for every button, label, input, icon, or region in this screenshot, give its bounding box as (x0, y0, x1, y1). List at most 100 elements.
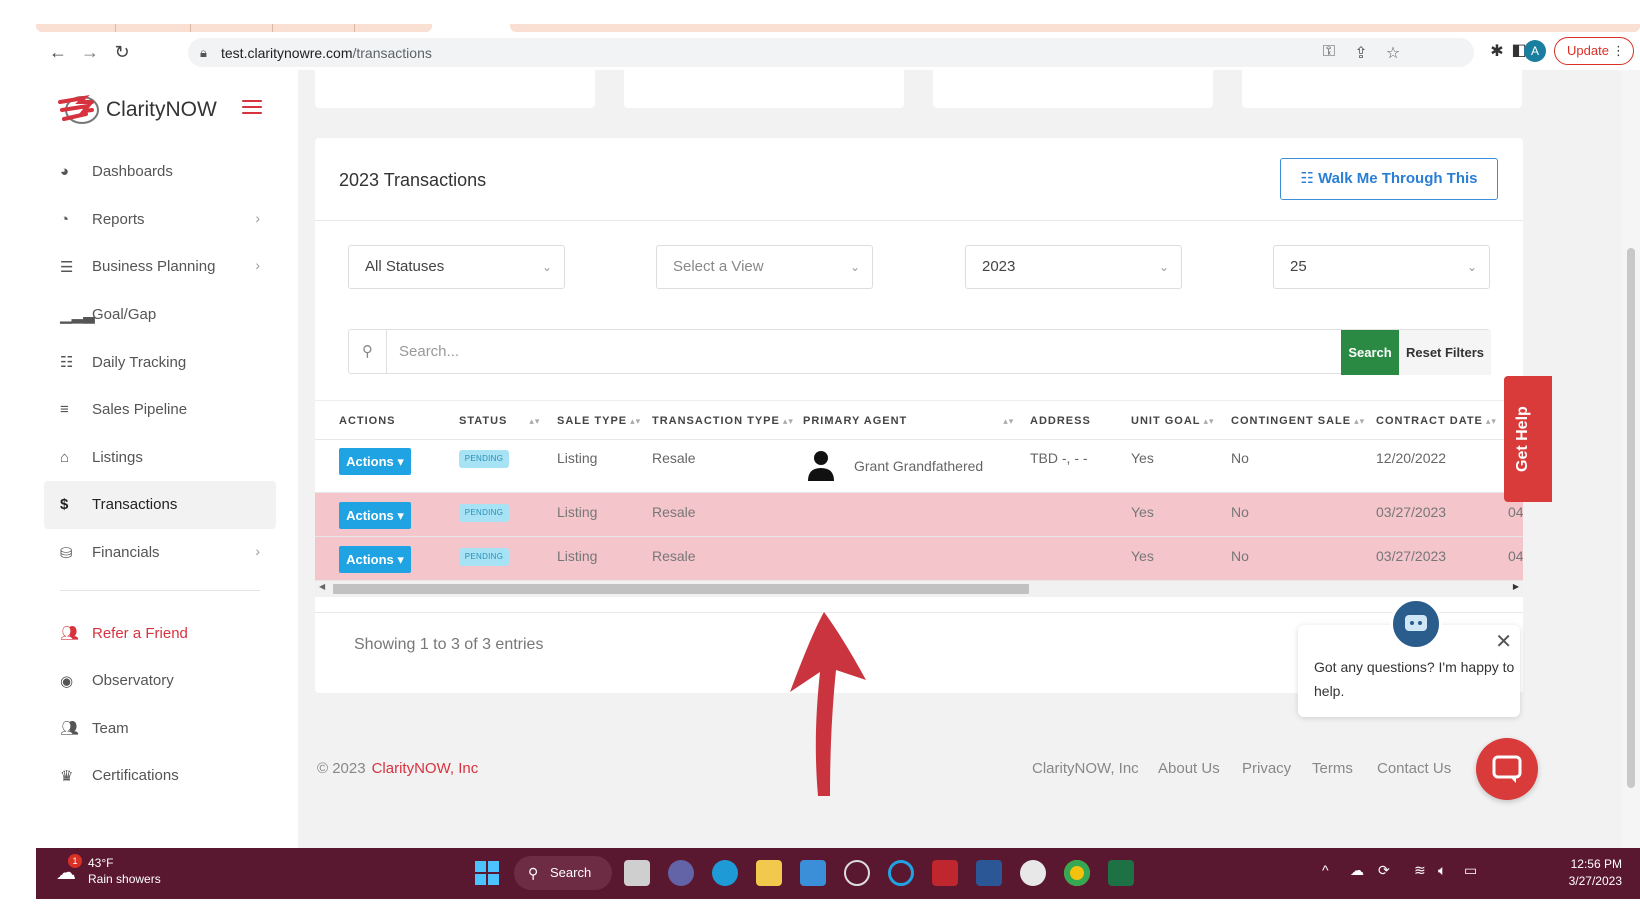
column-header-contingent-sale[interactable]: CONTINGENT SALE ▴▾ (1231, 415, 1365, 427)
vertical-scrollbar[interactable] (1622, 70, 1640, 848)
sidebar-item-certifications[interactable]: ♛ Certifications (44, 752, 276, 800)
status-select[interactable]: All Statuses ⌄ (348, 245, 565, 289)
app: ClarityNOW ◕ Dashboards ◔ Reports › ☰ Busine… (36, 70, 1640, 848)
sidebar-item-dashboards[interactable]: ◕ Dashboards (44, 148, 276, 196)
search-button[interactable]: Search (1341, 330, 1399, 375)
sort-icon: ▴▾ (529, 416, 541, 426)
wifi-icon[interactable]: ≋ (1414, 862, 1426, 879)
column-header-contract-date[interactable]: CONTRACT DATE ▴▾ (1376, 415, 1497, 427)
checklist-icon: ☰ (60, 258, 74, 276)
footer-brand-link[interactable]: ClarityNOW, Inc (372, 760, 479, 777)
actions-button[interactable]: Actions ▾ (339, 546, 411, 573)
tab[interactable] (510, 24, 1640, 32)
scroll-right-icon[interactable]: ▶ (1513, 582, 1519, 591)
sidebar-item-transactions[interactable]: $ Transactions (44, 481, 276, 529)
mcafee-icon[interactable] (932, 860, 958, 886)
horizontal-scrollbar[interactable]: ◀ ▶ (315, 581, 1523, 597)
close-icon[interactable]: ✕ (1495, 629, 1512, 654)
windows-start-icon[interactable] (474, 860, 500, 886)
column-header-transaction-type[interactable]: TRANSACTION TYPE ▴▾ (652, 415, 794, 427)
dell-icon[interactable] (844, 860, 870, 886)
update-button[interactable]: Update ⋮ (1554, 37, 1634, 65)
walk-me-through-button[interactable]: ☷ Walk Me Through This (1280, 158, 1498, 200)
sidebar-item-sales-pipeline[interactable]: ≡ Sales Pipeline (44, 386, 276, 434)
task-view-icon[interactable] (624, 860, 650, 886)
sync-icon[interactable]: ⟳ (1378, 862, 1390, 879)
brand-logo[interactable]: ClarityNOW (58, 90, 258, 130)
footer-link-company[interactable]: ClarityNOW, Inc (1032, 760, 1139, 777)
slack-icon[interactable] (1020, 860, 1046, 886)
cortana-icon[interactable] (888, 860, 914, 886)
actions-button[interactable]: Actions ▾ (339, 448, 411, 475)
search-input[interactable] (389, 330, 1289, 373)
profile-avatar[interactable]: A (1524, 40, 1546, 62)
cell-contract-date: 03/27/2023 (1376, 548, 1447, 564)
cell-primary-agent[interactable]: Grant Grandfathered (854, 458, 983, 474)
share-icon[interactable]: ⇪ (1350, 43, 1372, 63)
sidebar-item-observatory[interactable]: ◉ Observatory (44, 657, 276, 705)
word-icon[interactable] (976, 860, 1002, 886)
sidebar-item-financials[interactable]: ⛁ Financials › (44, 529, 276, 577)
volume-icon[interactable]: 🔈︎ (1438, 862, 1446, 879)
onedrive-icon[interactable]: ☁ (1350, 862, 1364, 879)
chat-icon (1492, 755, 1522, 783)
chevron-up-icon[interactable]: ^ (1322, 862, 1329, 878)
back-icon[interactable]: ← (46, 40, 70, 64)
column-header-address: ADDRESS (1030, 415, 1091, 427)
column-header-primary-agent[interactable]: PRIMARY AGENT ▴▾ (803, 415, 1014, 427)
clock[interactable]: 12:56 PM 3/27/2023 (1532, 856, 1622, 890)
sidebar-item-goal-gap[interactable]: ▁▂▃ Goal/Gap (44, 291, 276, 339)
sidebar-item-refer-a-friend[interactable]: 👥︎ Refer a Friend (44, 609, 276, 657)
cell-contingent-sale: No (1231, 450, 1249, 466)
footer-link-terms[interactable]: Terms (1312, 760, 1353, 777)
battery-icon[interactable]: ▭ (1464, 862, 1477, 879)
cell-unit-goal: Yes (1131, 504, 1154, 520)
list-icon: ☷ (60, 354, 74, 372)
taskbar-search[interactable]: ⚲ Search (514, 856, 612, 890)
sidebar-item-team[interactable]: 👥︎ Team (44, 705, 276, 753)
footer-link-privacy[interactable]: Privacy (1242, 760, 1291, 777)
excel-icon[interactable] (1108, 860, 1134, 886)
lock-icon: 🔒︎ (200, 45, 207, 60)
year-select[interactable]: 2023 ⌄ (965, 245, 1182, 289)
entries-info: Showing 1 to 3 of 3 entries (354, 636, 544, 653)
column-header-sale-type[interactable]: SALE TYPE ▴▾ (557, 415, 641, 427)
scrollbar-thumb[interactable] (333, 584, 1029, 594)
view-select[interactable]: Select a View ⌄ (656, 245, 873, 289)
cell-transaction-type: Resale (652, 450, 696, 466)
chrome-icon[interactable] (1064, 860, 1090, 886)
reload-icon[interactable]: ↻ (110, 40, 134, 64)
page-size-select[interactable]: 25 ⌄ (1273, 245, 1490, 289)
sort-icon: ▴▾ (782, 416, 794, 426)
mail-icon[interactable] (800, 860, 826, 886)
sidebar-item-business-planning[interactable]: ☰ Business Planning › (44, 243, 276, 291)
get-help-tab[interactable]: Get Help (1504, 376, 1552, 502)
address-bar[interactable]: 🔒︎ test.claritynowre.com/transactions ⚿ … (188, 38, 1474, 67)
scroll-left-icon[interactable]: ◀ (319, 582, 325, 591)
menu-icon[interactable]: ⋮ (1612, 38, 1625, 64)
chat-launcher-button[interactable] (1476, 738, 1538, 800)
scrollbar-thumb[interactable] (1627, 248, 1635, 788)
star-icon[interactable]: ☆ (1382, 43, 1404, 63)
file-explorer-icon[interactable] (756, 860, 782, 886)
sidebar-item-listings[interactable]: ⌂ Listings (44, 434, 276, 482)
teams-icon[interactable] (668, 860, 694, 886)
footer-link-contact[interactable]: Contact Us (1377, 760, 1451, 777)
reset-filters-button[interactable]: Reset Filters (1399, 330, 1491, 375)
column-header-unit-goal[interactable]: UNIT GOAL ▴▾ (1131, 415, 1215, 427)
edge-icon[interactable] (712, 860, 738, 886)
column-header-status[interactable]: STATUS ▴▾ (459, 415, 540, 427)
actions-button[interactable]: Actions ▾ (339, 502, 411, 529)
footer-link-about[interactable]: About Us (1158, 760, 1220, 777)
sidebar-item-reports[interactable]: ◔ Reports › (44, 196, 276, 244)
key-icon[interactable]: ⚿ (1318, 43, 1340, 61)
signal-bars-icon: ▁▂▃ (60, 306, 95, 324)
cell-sale-type: Listing (557, 548, 598, 564)
tab[interactable] (36, 24, 432, 32)
sidebar-item-daily-tracking[interactable]: ☷ Daily Tracking (44, 338, 276, 386)
forward-icon[interactable]: → (78, 40, 102, 64)
palette-icon: ◕ (60, 163, 70, 181)
chevron-right-icon: › (255, 257, 260, 274)
extensions-icon[interactable]: ✱ (1486, 41, 1508, 61)
hamburger-menu-icon[interactable] (242, 100, 262, 116)
